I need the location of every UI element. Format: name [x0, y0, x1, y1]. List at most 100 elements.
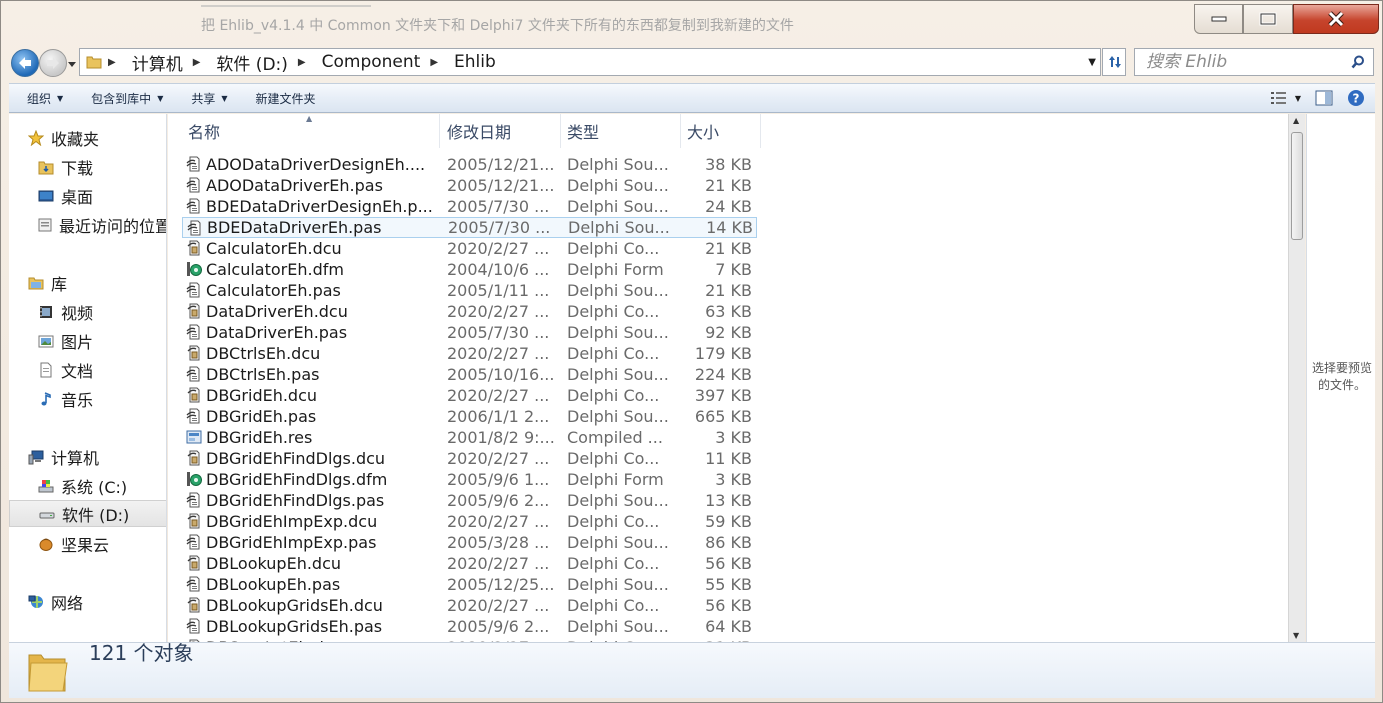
- search-box[interactable]: [1134, 48, 1374, 76]
- file-size: 7 KB: [715, 260, 752, 279]
- close-button[interactable]: [1293, 4, 1379, 34]
- share-button[interactable]: 共享 ▼: [191, 90, 227, 107]
- back-button[interactable]: [11, 49, 39, 77]
- breadcrumb-drive-d[interactable]: 软件 (D:): [216, 50, 288, 75]
- nav-music[interactable]: 音乐: [9, 385, 166, 412]
- file-type: Delphi Co...: [567, 512, 660, 531]
- nav-videos[interactable]: 视频: [9, 298, 166, 325]
- search-input[interactable]: [1144, 51, 1344, 73]
- file-row[interactable]: CalculatorEh.pas 2005/1/11 ... Delphi Sou.…: [182, 280, 757, 301]
- compiled-unit-icon: [186, 513, 202, 529]
- column-size-label: 大小: [687, 123, 720, 142]
- nav-pictures[interactable]: 图片: [9, 327, 166, 354]
- file-row[interactable]: ADODataDriverEh.pas 2005/12/21... Delphi S…: [182, 175, 757, 196]
- refresh-button[interactable]: [1102, 48, 1126, 76]
- include-in-library-button[interactable]: 包含到库中 ▼: [91, 90, 163, 107]
- back-arrow-icon: [19, 57, 31, 69]
- scroll-up-icon[interactable]: ▲: [1293, 116, 1299, 125]
- nav-desktop[interactable]: 桌面: [9, 182, 166, 209]
- nav-libraries[interactable]: 库: [9, 269, 166, 296]
- file-size: 24 KB: [705, 197, 752, 216]
- nav-computer[interactable]: 计算机: [9, 443, 166, 470]
- file-modified: 2005/12/21...: [447, 155, 555, 174]
- system-drive-icon: [37, 477, 55, 495]
- file-size: 224 KB: [694, 365, 752, 384]
- scroll-down-icon[interactable]: ▼: [1293, 631, 1299, 640]
- file-row[interactable]: DBGridEhImpExp.pas 2005/3/28 ... Delphi So…: [182, 532, 757, 553]
- nav-drive-d[interactable]: 软件 (D:): [9, 500, 166, 527]
- breadcrumb-separator[interactable]: ▶: [108, 57, 116, 68]
- search-icon[interactable]: [1351, 55, 1365, 69]
- delphi-source-icon: [186, 156, 202, 172]
- file-row[interactable]: DBGridEh.pas 2006/1/1 2... Delphi Sou... 66…: [182, 406, 757, 427]
- file-row[interactable]: DBGridEhImpExp.dcu 2020/2/27 ... Delphi Co…: [182, 511, 757, 532]
- file-row[interactable]: DBGridEh.res 2001/8/2 9:... Compiled ... 3 …: [182, 427, 757, 448]
- nav-favorites[interactable]: 收藏夹: [9, 124, 166, 151]
- file-row[interactable]: DataDriverEh.dcu 2020/2/27 ... Delphi Co..…: [182, 301, 757, 322]
- column-header-modified[interactable]: 修改日期: [441, 114, 561, 148]
- chevron-down-icon: ▼: [157, 93, 164, 103]
- file-row[interactable]: DBGridEhFindDlgs.pas 2005/9/6 2... Delphi …: [182, 490, 757, 511]
- breadcrumb-separator[interactable]: ▶: [298, 57, 306, 68]
- file-type: Delphi Co...: [567, 344, 660, 363]
- organize-label: 组织: [27, 91, 52, 106]
- vertical-scrollbar[interactable]: ▲ ▼: [1288, 114, 1305, 642]
- nav-documents[interactable]: 文档: [9, 356, 166, 383]
- file-row[interactable]: DBCtrlsEh.dcu 2020/2/27 ... Delphi Co... 17…: [182, 343, 757, 364]
- preview-pane-icon[interactable]: [1315, 90, 1333, 106]
- file-size: 64 KB: [705, 617, 752, 636]
- file-row[interactable]: DBLookupEh.pas 2005/12/25... Delphi Sou...…: [182, 574, 757, 595]
- breadcrumb-component[interactable]: Component: [322, 52, 421, 72]
- file-row[interactable]: ADODataDriverDesignEh.... 2005/12/21... De…: [182, 154, 757, 175]
- file-name: DBGridEhImpExp.dcu: [206, 512, 378, 531]
- breadcrumb-separator[interactable]: ▶: [193, 57, 201, 68]
- breadcrumb-ehlib[interactable]: Ehlib: [454, 52, 496, 72]
- minimize-icon: [1211, 16, 1226, 22]
- star-icon: [27, 129, 45, 147]
- nav-jianguoyun[interactable]: 坚果云: [9, 530, 166, 557]
- column-header-type[interactable]: 类型: [561, 114, 681, 148]
- file-modified: 2005/10/16...: [447, 365, 555, 384]
- file-row[interactable]: DBLookupEh.dcu 2020/2/27 ... Delphi Co... 5…: [182, 553, 757, 574]
- computer-icon: [27, 448, 45, 466]
- forward-button[interactable]: [39, 49, 67, 77]
- file-row[interactable]: DataDriverEh.pas 2005/7/30 ... Delphi Sou.…: [182, 322, 757, 343]
- nav-network[interactable]: 网络: [9, 588, 166, 615]
- file-modified: 2005/12/21...: [447, 176, 555, 195]
- file-row[interactable]: DBLookupGridsEh.dcu 2020/2/27 ... Delphi C…: [182, 595, 757, 616]
- maximize-button[interactable]: [1243, 4, 1293, 34]
- nav-drive-c[interactable]: 系统 (C:): [9, 472, 166, 499]
- file-type: Delphi Form: [567, 470, 664, 489]
- nav-downloads[interactable]: 下载: [9, 153, 166, 180]
- file-type: Delphi Sou...: [568, 218, 670, 237]
- file-modified: 2005/12/25...: [447, 575, 555, 594]
- scrollbar-thumb[interactable]: [1291, 132, 1303, 240]
- nav-recent-places[interactable]: 最近访问的位置: [9, 211, 166, 238]
- column-header-size[interactable]: 大小: [681, 114, 761, 148]
- file-row[interactable]: DBGridEhFindDlgs.dcu 2020/2/27 ... Delphi …: [182, 448, 757, 469]
- nav-downloads-label: 下载: [61, 158, 94, 178]
- file-row[interactable]: DBLookupGridsEh.pas 2005/9/6 2... Delphi S…: [182, 616, 757, 637]
- file-modified: 2005/7/30 ...: [447, 323, 550, 342]
- new-folder-button[interactable]: 新建文件夹: [256, 90, 316, 107]
- file-row[interactable]: BDEDataDriverEh.pas 2005/7/30 ... Delphi S…: [182, 217, 757, 238]
- file-name: DataDriverEh.pas: [206, 323, 348, 342]
- help-icon[interactable]: ?: [1347, 89, 1365, 107]
- column-header-name[interactable]: 名称: [182, 114, 440, 148]
- file-row[interactable]: CalculatorEh.dfm 2004/10/6 ... Delphi Form…: [182, 259, 757, 280]
- file-row[interactable]: DBGridEh.dcu 2020/2/27 ... Delphi Co... 397…: [182, 385, 757, 406]
- file-size: 14 KB: [706, 218, 753, 237]
- organize-button[interactable]: 组织 ▼: [27, 90, 63, 107]
- recent-pages-dropdown[interactable]: [67, 59, 77, 69]
- nut-cloud-icon: [37, 535, 55, 553]
- minimize-button[interactable]: [1194, 4, 1243, 34]
- file-row[interactable]: DBCtrlsEh.pas 2005/10/16... Delphi Sou... 2…: [182, 364, 757, 385]
- breadcrumb-separator[interactable]: ▶: [430, 57, 438, 68]
- file-row[interactable]: BDEDataDriverDesignEh.p... 2005/7/30 ... D…: [182, 196, 757, 217]
- file-row[interactable]: DBGridEhFindDlgs.dfm 2005/9/6 1... Delphi …: [182, 469, 757, 490]
- address-dropdown-icon[interactable]: ▼: [1088, 57, 1096, 68]
- file-row[interactable]: CalculatorEh.dcu 2020/2/27 ... Delphi Co..…: [182, 238, 757, 259]
- view-options-button[interactable]: ▼: [1270, 92, 1301, 104]
- breadcrumb-computer[interactable]: 计算机: [132, 50, 183, 75]
- address-bar[interactable]: ▶ 计算机 ▶ 软件 (D:) ▶ Component ▶ Ehlib ▼: [79, 48, 1101, 76]
